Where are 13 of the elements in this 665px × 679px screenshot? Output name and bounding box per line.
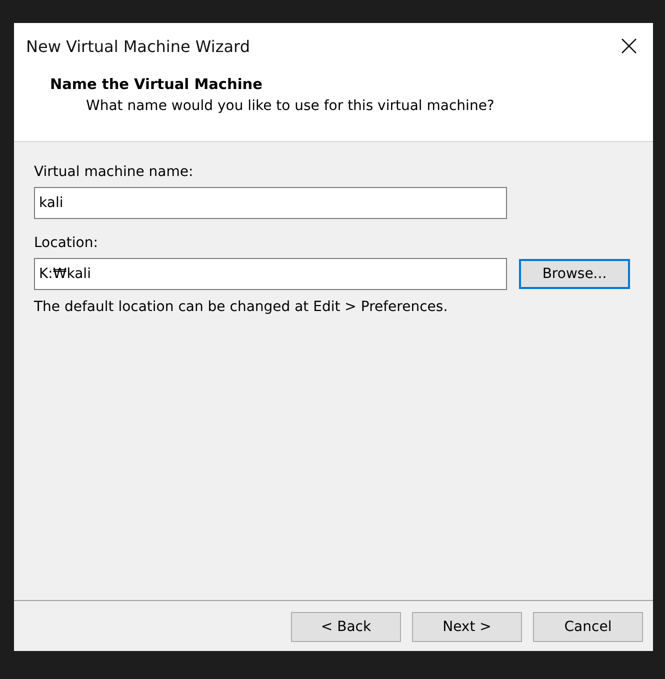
wizard-button[interactable]: < Back	[291, 612, 401, 642]
input-field[interactable]: K:₩kali	[34, 258, 507, 290]
field-label: Location:	[34, 235, 99, 251]
step-title: Name the Virtual Machine	[50, 77, 264, 93]
wizard-button[interactable]: Cancel	[533, 612, 643, 642]
browse-button[interactable]: Browse...	[519, 259, 630, 289]
field-label: Virtual machine name:	[34, 164, 194, 180]
close-icon[interactable]	[621, 38, 637, 54]
window-title: New Virtual Machine Wizard	[26, 36, 250, 56]
wizard-button[interactable]: Next >	[412, 612, 522, 642]
hint-text: The default location can be changed at Edit > Preferences.	[34, 299, 449, 315]
step-description: What name would you like to use for this virtual machine?	[86, 98, 496, 114]
input-field[interactable]: kali	[34, 187, 507, 219]
